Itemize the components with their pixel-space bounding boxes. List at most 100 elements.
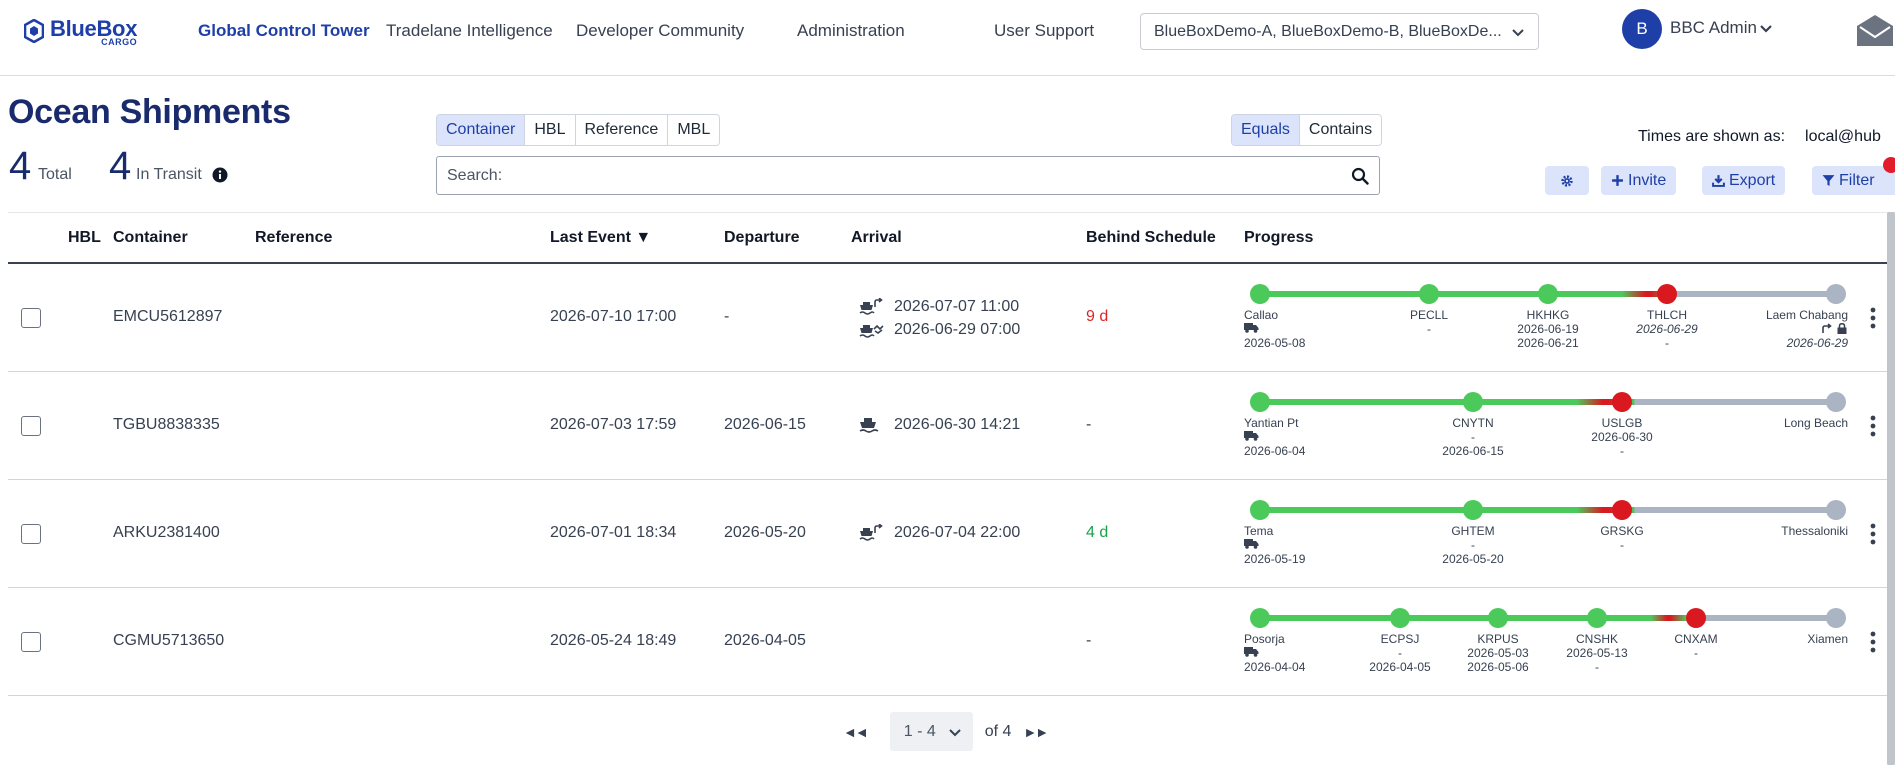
- first-page-button[interactable]: ◄◄: [843, 724, 869, 740]
- stop-mode: [1244, 322, 1305, 336]
- user-avatar[interactable]: B: [1622, 9, 1662, 49]
- col-behind-schedule[interactable]: Behind Schedule: [1086, 229, 1216, 247]
- bluebox-logo[interactable]: BlueBox CARGO: [24, 18, 137, 47]
- nav-user-support[interactable]: User Support: [994, 20, 1094, 42]
- truck-icon: [1244, 323, 1259, 333]
- progress-stop-marker[interactable]: [1826, 500, 1846, 520]
- progress-stop-marker[interactable]: [1686, 608, 1706, 628]
- progress-stop-marker[interactable]: [1657, 284, 1677, 304]
- last-page-button[interactable]: ►►: [1023, 724, 1049, 740]
- progress-stop-marker[interactable]: [1826, 284, 1846, 304]
- filter-icon: [1822, 175, 1835, 186]
- container-id[interactable]: ARKU2381400: [113, 524, 220, 542]
- col-departure[interactable]: Departure: [724, 229, 800, 247]
- field-tab-container[interactable]: Container: [437, 115, 526, 145]
- stop-code: Long Beach: [1783, 416, 1848, 430]
- stop-mode: [1244, 430, 1305, 444]
- progress-stop-marker[interactable]: [1463, 500, 1483, 520]
- row-menu-kebab-icon[interactable]: [1870, 523, 1876, 545]
- table-body: EMCU5612897 2026-07-10 17:00 - 2026-07-07 1…: [8, 264, 1888, 696]
- progress-stop-marker[interactable]: [1538, 284, 1558, 304]
- col-last-event[interactable]: Last Event ▼: [550, 229, 651, 247]
- stop-date-2: 2026-06-29: [1786, 336, 1848, 350]
- scrollbar-thumb[interactable]: [1887, 212, 1895, 765]
- nav-global-control-tower[interactable]: Global Control Tower: [198, 20, 370, 42]
- nav-administration[interactable]: Administration: [797, 20, 905, 42]
- field-tab-reference[interactable]: Reference: [575, 115, 669, 145]
- progress-stop-marker[interactable]: [1419, 284, 1439, 304]
- row-checkbox[interactable]: [21, 308, 41, 328]
- row-checkbox[interactable]: [21, 632, 41, 652]
- field-tab-mbl[interactable]: MBL: [668, 115, 720, 145]
- invite-button[interactable]: Invite: [1601, 166, 1677, 195]
- arrival-time: 2026-06-29 07:00: [894, 321, 1021, 338]
- behind-schedule-value: 4 d: [1086, 524, 1109, 541]
- progress-tracker: Yantian Pt 2026-06-04 CNYTN -2026-06-15 USLG…: [1244, 372, 1852, 480]
- table-row[interactable]: ARKU2381400 2026-07-01 18:34 2026-05-20 202…: [8, 480, 1888, 588]
- chevron-down-icon: [949, 728, 961, 736]
- col-container[interactable]: Container: [113, 229, 188, 247]
- progress-current-segment: [1651, 615, 1687, 621]
- table-row[interactable]: TGBU8838335 2026-07-03 17:59 2026-06-15 202…: [8, 372, 1888, 480]
- tenant-select[interactable]: BlueBoxDemo-A, BlueBoxDemo-B, BlueBoxDe.…: [1140, 13, 1539, 50]
- stop-date-1: -: [1620, 538, 1624, 552]
- container-id[interactable]: CGMU5713650: [113, 632, 224, 650]
- stop-date-1: 2026-05-13: [1566, 646, 1628, 660]
- col-progress[interactable]: Progress: [1244, 229, 1313, 247]
- filter-button[interactable]: Filter: [1812, 166, 1895, 195]
- match-tab-equals[interactable]: Equals: [1232, 115, 1300, 145]
- col-hbl[interactable]: HBL: [68, 229, 101, 247]
- user-name[interactable]: BBC Admin: [1670, 18, 1757, 38]
- progress-stop-marker[interactable]: [1250, 284, 1270, 304]
- export-label: Export: [1729, 171, 1776, 189]
- user-menu-chevron-icon[interactable]: [1758, 20, 1774, 36]
- stop-date-1: 2026-06-29: [1636, 322, 1698, 336]
- stop-date-2: 2026-04-04: [1244, 660, 1306, 674]
- row-checkbox[interactable]: [21, 524, 41, 544]
- table-row[interactable]: CGMU5713650 2026-05-24 18:49 2026-04-05- Po…: [8, 588, 1888, 696]
- stop-code: Posorja: [1244, 632, 1285, 646]
- progress-stop-marker[interactable]: [1826, 392, 1846, 412]
- vertical-scrollbar[interactable]: [1887, 212, 1895, 765]
- col-arrival[interactable]: Arrival: [851, 229, 902, 247]
- match-tab-contains[interactable]: Contains: [1299, 115, 1382, 145]
- progress-stop-marker[interactable]: [1250, 500, 1270, 520]
- page-range-select[interactable]: 1 - 4: [889, 712, 973, 751]
- nav-developer-community[interactable]: Developer Community: [576, 20, 744, 42]
- row-checkbox[interactable]: [21, 416, 41, 436]
- progress-stop: KRPUS 2026-05-03 2026-05-06: [1448, 632, 1548, 674]
- row-menu-kebab-icon[interactable]: [1870, 631, 1876, 653]
- settings-button[interactable]: [1545, 166, 1589, 195]
- progress-tracker: Tema 2026-05-19 GHTEM -2026-05-20 GRSKG - Thes…: [1244, 480, 1852, 588]
- search-input[interactable]: [447, 166, 1351, 185]
- progress-stop-marker[interactable]: [1463, 392, 1483, 412]
- export-button[interactable]: Export: [1702, 166, 1786, 195]
- progress-stop-marker[interactable]: [1826, 608, 1846, 628]
- row-menu-kebab-icon[interactable]: [1870, 415, 1876, 437]
- col-reference[interactable]: Reference: [255, 229, 332, 247]
- progress-stop-marker[interactable]: [1250, 392, 1270, 412]
- container-id[interactable]: EMCU5612897: [113, 308, 222, 326]
- table-row[interactable]: EMCU5612897 2026-07-10 17:00 - 2026-07-07 1…: [8, 264, 1888, 372]
- stop-date-1: -: [1694, 646, 1698, 660]
- progress-stop: CNXAM -: [1646, 632, 1746, 660]
- nav-tradelane-intelligence[interactable]: Tradelane Intelligence: [386, 20, 553, 42]
- plus-icon: [1612, 175, 1623, 186]
- page-total: of 4: [984, 722, 1012, 740]
- progress-stop-marker[interactable]: [1612, 500, 1632, 520]
- search-icon[interactable]: [1351, 167, 1369, 185]
- stop-date-2: -: [1595, 660, 1599, 674]
- progress-stop-marker[interactable]: [1587, 608, 1607, 628]
- progress-stop-marker[interactable]: [1390, 608, 1410, 628]
- stop-date-1: [1807, 646, 1848, 660]
- progress-stop-marker[interactable]: [1488, 608, 1508, 628]
- table-header: HBL Container Reference Last Event ▼ Dep…: [8, 212, 1888, 264]
- row-menu-kebab-icon[interactable]: [1870, 307, 1876, 329]
- ship-redirect-icon: [859, 298, 883, 315]
- progress-stop-marker[interactable]: [1250, 608, 1270, 628]
- container-id[interactable]: TGBU8838335: [113, 416, 220, 434]
- progress-stop-marker[interactable]: [1612, 392, 1632, 412]
- field-tab-hbl[interactable]: HBL: [525, 115, 576, 145]
- info-icon[interactable]: [212, 167, 228, 183]
- mail-icon[interactable]: [1855, 12, 1895, 48]
